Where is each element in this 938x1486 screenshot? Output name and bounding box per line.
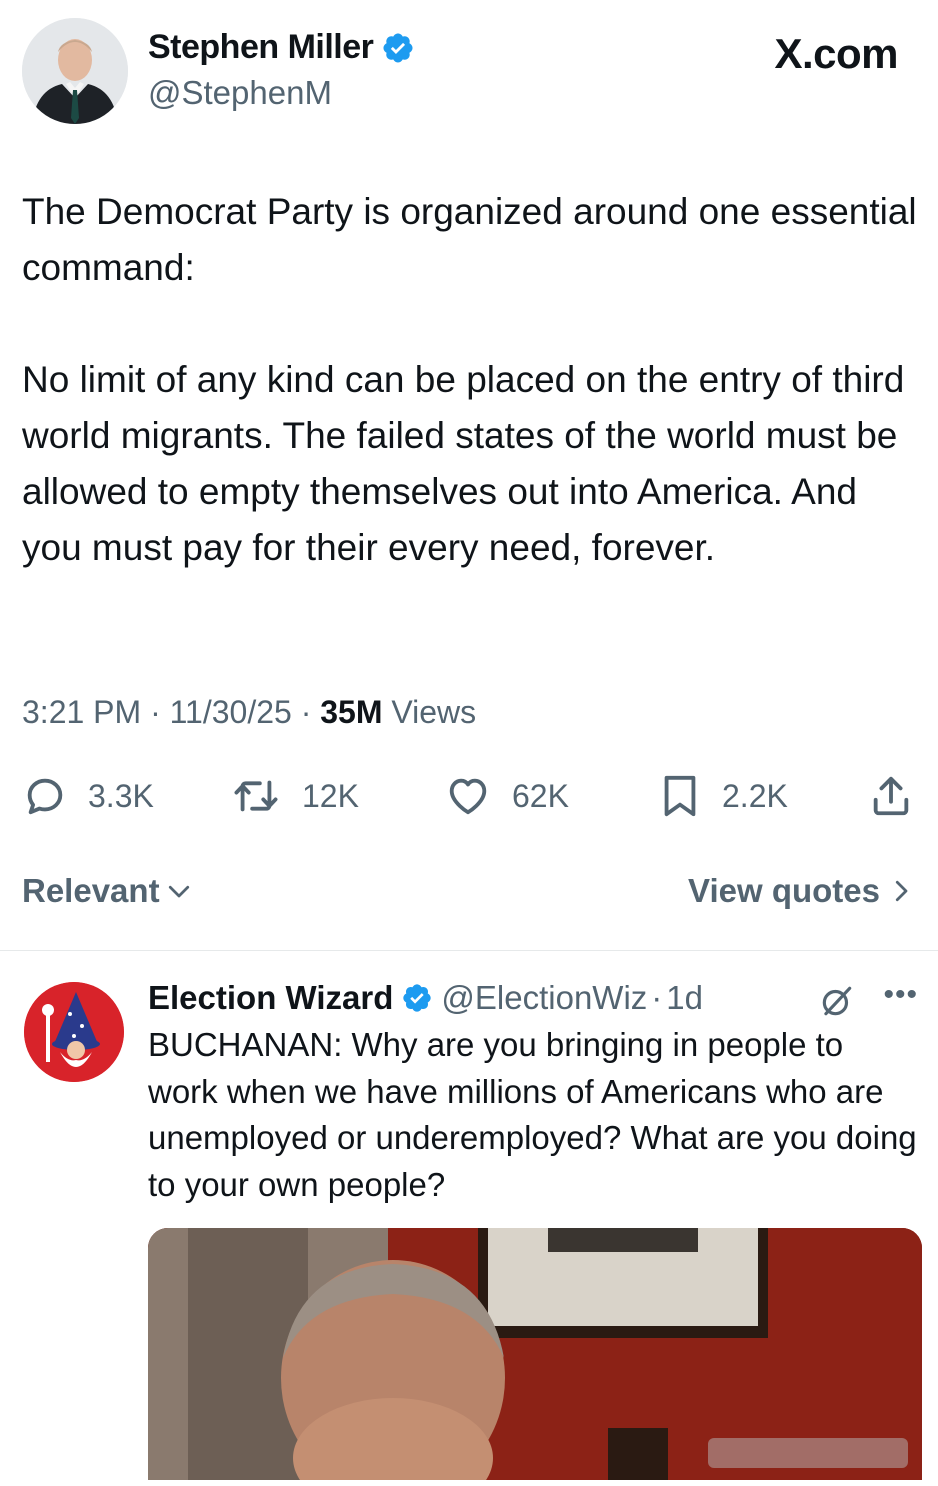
reply-text: BUCHANAN: Why are you bringing in people… <box>148 1026 917 1203</box>
bottom-edge <box>0 1480 938 1486</box>
tweet-paragraph: No limit of any kind can be placed on th… <box>22 359 905 568</box>
author-avatar[interactable] <box>22 18 128 124</box>
view-quotes-link[interactable]: View quotes <box>688 872 916 910</box>
sort-dropdown[interactable]: Relevant <box>22 872 194 910</box>
repost-icon <box>234 780 278 812</box>
meta-separator: · <box>300 694 321 730</box>
wizard-avatar-image <box>24 982 124 1082</box>
tweet-paragraph: The Democrat Party is organized around o… <box>22 191 917 288</box>
tweet-text: The Democrat Party is organized around o… <box>22 184 922 576</box>
tweet-date[interactable]: 11/30/25 <box>170 694 292 730</box>
repost-count: 12K <box>302 777 359 814</box>
divider <box>0 950 938 951</box>
reply-author-name[interactable]: Election Wizard <box>148 979 393 1017</box>
chevron-down-icon <box>168 885 189 898</box>
like-button[interactable]: 62K <box>444 766 569 826</box>
share-button[interactable] <box>868 766 934 826</box>
chevron-right-icon <box>895 880 908 902</box>
author-name[interactable]: Stephen Miller <box>148 28 415 67</box>
reply-count: 3.3K <box>88 777 154 814</box>
views-count: 35M <box>320 694 383 730</box>
bookmark-count: 2.2K <box>722 777 788 814</box>
brand-label: X.com <box>774 30 898 77</box>
reply-header: Election Wizard @ElectionWiz · 1d ••• <box>148 976 928 1020</box>
more-icon[interactable]: ••• <box>883 978 918 1012</box>
reply-author-handle[interactable]: @ElectionWiz <box>441 979 647 1017</box>
like-count: 62K <box>512 777 569 814</box>
author-name-text[interactable]: Stephen Miller <box>148 28 374 67</box>
action-bar: 3.3K 12K 62K 2.2K <box>22 766 916 826</box>
verified-badge-icon <box>403 984 432 1012</box>
reply-media[interactable] <box>148 1228 922 1484</box>
share-icon <box>873 776 909 816</box>
view-quotes-label: View quotes <box>688 872 880 909</box>
author-handle[interactable]: @StephenM <box>148 74 332 112</box>
tweet-time[interactable]: 3:21 PM <box>22 694 141 730</box>
reply-separator: · <box>651 979 663 1016</box>
author-avatar-image <box>22 18 128 124</box>
tweet-meta: 3:21 PM · 11/30/25 · 35M Views <box>22 694 476 731</box>
verified-badge-icon <box>383 32 413 63</box>
reply-button[interactable]: 3.3K <box>22 766 154 826</box>
video-thumbnail-image <box>148 1228 922 1484</box>
views-label: Views <box>391 694 477 730</box>
bookmark-icon <box>664 775 696 817</box>
sort-label: Relevant <box>22 872 160 909</box>
repost-button[interactable]: 12K <box>230 766 359 826</box>
meta-separator: · <box>150 694 170 730</box>
reply-author-avatar[interactable] <box>24 982 124 1082</box>
reply-time[interactable]: 1d <box>666 979 703 1017</box>
reply-icon <box>27 778 63 815</box>
bookmark-button[interactable]: 2.2K <box>658 766 788 826</box>
like-icon <box>449 778 487 815</box>
grok-icon[interactable] <box>818 982 856 1020</box>
